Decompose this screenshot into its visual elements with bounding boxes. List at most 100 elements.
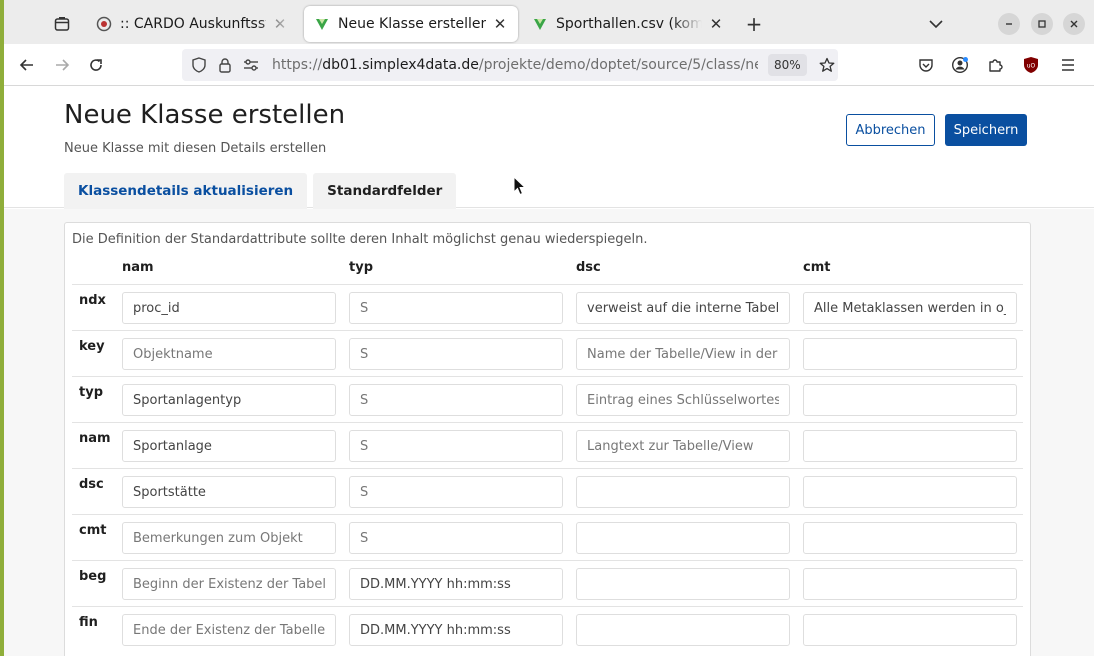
mouse-cursor-icon [513,176,527,196]
typ-input[interactable] [349,292,563,324]
dsc-input[interactable] [576,338,790,370]
browser-tab-cardo[interactable]: :: CARDO Auskunftssystem ✕ [86,6,298,42]
list-all-tabs-icon[interactable] [924,12,948,36]
row-key: cmt [79,523,107,538]
nam-input[interactable] [122,430,336,462]
cmt-input[interactable] [803,568,1017,600]
row-key: nam [79,431,111,446]
nam-input[interactable] [122,614,336,646]
lock-icon[interactable] [216,56,234,74]
cmt-input[interactable] [803,476,1017,508]
row-key: fin [79,615,98,630]
url-text[interactable]: https://db01.simplex4data.de/projekte/de… [272,57,758,73]
column-header-cmt: cmt [803,260,831,275]
account-icon[interactable] [948,53,972,77]
reload-icon[interactable] [84,53,108,77]
ublock-origin-icon[interactable]: uO [1019,53,1043,77]
tracking-protection-shield-icon[interactable] [190,56,208,74]
tab-standardfelder[interactable]: Standardfelder [313,173,457,209]
close-tab-icon[interactable]: ✕ [272,15,288,33]
forward-icon[interactable] [50,53,74,77]
url-bar[interactable]: https://db01.simplex4data.de/projekte/de… [182,49,838,81]
dsc-input[interactable] [576,430,790,462]
typ-input[interactable] [349,476,563,508]
dsc-input[interactable] [576,384,790,416]
nam-input[interactable] [122,522,336,554]
close-tab-icon[interactable]: ✕ [492,15,508,33]
permissions-icon[interactable] [242,56,260,74]
dsc-input[interactable] [576,522,790,554]
tab-title: Neue Klasse erstellen [338,16,486,32]
row-key: ndx [79,293,106,308]
tab-title: :: CARDO Auskunftssystem [120,16,266,32]
hamburger-menu-icon[interactable] [1056,53,1080,77]
tab-klassendetails[interactable]: Klassendetails aktualisieren [64,173,308,209]
table-row: fin [72,606,1023,652]
table-row: nam [72,422,1023,468]
bookmark-star-icon[interactable] [817,55,837,75]
url-scheme: https:// [272,57,323,73]
firefox-view-icon[interactable] [48,10,76,38]
back-icon[interactable] [15,53,39,77]
simplex-favicon-icon [532,16,548,32]
nam-input[interactable] [122,384,336,416]
nam-input[interactable] [122,476,336,508]
dsc-input[interactable] [576,476,790,508]
tab-title: Sporthallen.csv (komplett [556,16,702,32]
zoom-level-badge[interactable]: 80% [768,54,807,76]
nam-input[interactable] [122,568,336,600]
standard-fields-card: Die Definition der Standardattribute sol… [64,222,1031,656]
close-window-icon[interactable] [1063,13,1085,35]
tab-bar: :: CARDO Auskunftssystem ✕ Neue Klasse e… [4,0,1094,44]
row-key: key [79,339,105,354]
cmt-input[interactable] [803,338,1017,370]
table-row: key [72,330,1023,376]
column-header-nam: nam [122,260,154,275]
close-tab-icon[interactable]: ✕ [708,15,724,33]
pocket-icon[interactable] [914,53,938,77]
maximize-icon[interactable] [1031,13,1053,35]
page-header: Neue Klasse erstellen Neue Klasse mit di… [4,87,1094,209]
dsc-input[interactable] [576,614,790,646]
svg-text:uO: uO [1027,63,1036,70]
typ-input[interactable] [349,522,563,554]
dsc-input[interactable] [576,568,790,600]
typ-input[interactable] [349,338,563,370]
dsc-input[interactable] [576,292,790,324]
typ-input[interactable] [349,568,563,600]
cmt-input[interactable] [803,292,1017,324]
table-row: dsc [72,468,1023,514]
page-tabs: Klassendetails aktualisieren Standardfel… [64,173,457,209]
intro-text: Die Definition der Standardattribute sol… [72,232,648,247]
minimize-icon[interactable] [998,13,1020,35]
column-header-dsc: dsc [576,260,601,275]
url-path: /projekte/demo/doptet/source/5/class/new [478,57,758,73]
new-tab-icon[interactable]: + [742,12,766,36]
browser-tab-sporthallen[interactable]: Sporthallen.csv (komplett ✕ [522,6,734,42]
nam-input[interactable] [122,338,336,370]
table-row: beg [72,560,1023,606]
typ-input[interactable] [349,384,563,416]
typ-input[interactable] [349,614,563,646]
row-key: dsc [79,477,104,492]
cancel-button[interactable]: Abbrechen [846,114,935,146]
cmt-input[interactable] [803,522,1017,554]
save-button[interactable]: Speichern [945,114,1027,146]
standard-fields-panel: Die Definition der Standardattribute sol… [4,209,1094,656]
browser-window: :: CARDO Auskunftssystem ✕ Neue Klasse e… [4,0,1094,656]
column-header-typ: typ [349,260,373,275]
navigation-bar: https://db01.simplex4data.de/projekte/de… [4,44,1094,86]
page-title: Neue Klasse erstellen [64,100,346,130]
row-key: beg [79,569,107,584]
cmt-input[interactable] [803,430,1017,462]
row-key: typ [79,385,103,400]
page-content: Neue Klasse erstellen Neue Klasse mit di… [4,87,1094,656]
nam-input[interactable] [122,292,336,324]
browser-tab-neue-klasse[interactable]: Neue Klasse erstellen ✕ [304,6,518,42]
typ-input[interactable] [349,430,563,462]
cmt-input[interactable] [803,384,1017,416]
cmt-input[interactable] [803,614,1017,646]
page-subtitle: Neue Klasse mit diesen Details erstellen [64,141,327,156]
simplex-favicon-icon [314,16,330,32]
extensions-icon[interactable] [983,53,1007,77]
